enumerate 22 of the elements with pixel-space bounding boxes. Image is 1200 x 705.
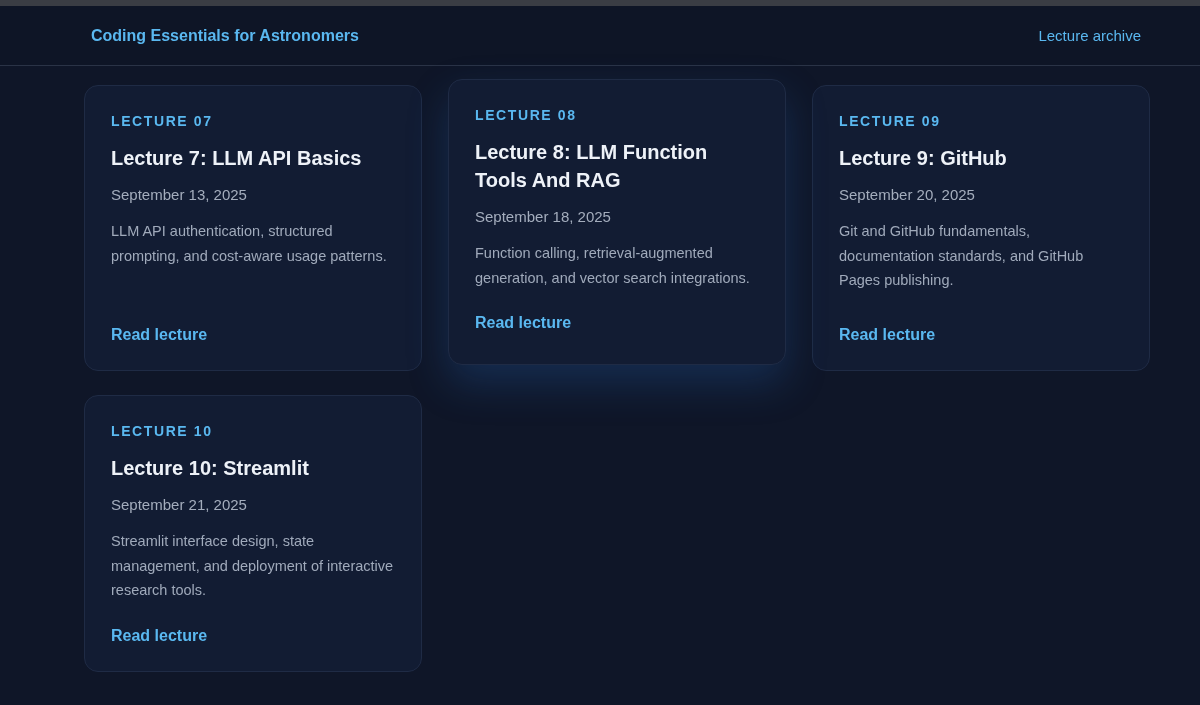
read-lecture-link[interactable]: Read lecture — [111, 626, 208, 645]
lecture-number: LECTURE 08 — [475, 107, 578, 123]
read-lecture-link[interactable]: Read lecture — [475, 314, 572, 332]
site-title[interactable]: Coding Essentials for Astronomers — [91, 26, 359, 45]
lecture-date: September 13, 2025 — [111, 186, 248, 203]
archive-link[interactable]: Lecture archive — [1038, 27, 1141, 44]
read-lecture-link[interactable]: Read lecture — [839, 326, 936, 344]
lecture-number: LECTURE 07 — [111, 113, 214, 129]
lecture-title: Lecture 8: LLM Function Tools And RAG — [475, 140, 709, 193]
lecture-date: September 20, 2025 — [839, 186, 976, 203]
lecture-number: LECTURE 09 — [839, 113, 942, 129]
read-lecture-link[interactable]: Read lecture — [111, 326, 208, 344]
lecture-date: September 21, 2025 — [111, 496, 248, 513]
lecture-title: Lecture 7: LLM API Basics — [111, 146, 363, 171]
lecture-description: Function calling, retrieval-augmented generation, and vector search integrations. — [475, 244, 751, 288]
lecture-title: Lecture 9: GitHub — [839, 146, 1008, 171]
lecture-description: LLM API authentication, structured prompting, and cost-aware usage patterns. — [111, 222, 388, 266]
lecture-date: September 18, 2025 — [475, 208, 612, 225]
lecture-description: Streamlit interface design, state management, and deployment of interactive research tools. — [111, 532, 395, 600]
lecture-title: Lecture 10: Streamlit — [111, 456, 310, 481]
lecture-number: LECTURE 10 — [111, 423, 214, 439]
lecture-description: Git and GitHub fundamentals, documentation standards, and GitHub Pages publishing. — [839, 222, 1085, 290]
